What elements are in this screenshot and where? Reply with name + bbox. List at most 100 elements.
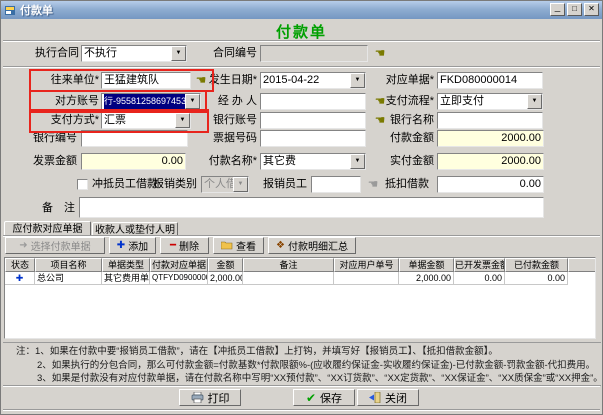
pay-flow-label: 支付流程* (366, 93, 434, 110)
handler-field[interactable] (260, 93, 366, 110)
table-cell[interactable]: 0.00 (505, 272, 568, 285)
chevron-down-icon: ▼ (233, 177, 248, 192)
pay-name-label: 付款名称* (189, 153, 257, 170)
pay-flow-select[interactable]: 立即支付▼ (437, 93, 543, 110)
handler-label: 经 办 人 (189, 93, 257, 110)
page-title: 付款单 (1, 21, 602, 42)
offset-loan-checkbox[interactable] (77, 179, 88, 190)
column-header[interactable]: 付款对应单据 (150, 258, 208, 272)
note-line: 注：1、如果在付款中要“报销员工借款”，请在【冲抵员工借款】上打钩，并填写好【报… (16, 345, 601, 359)
tab-payable-docs[interactable]: 应付款对应单据 (4, 221, 91, 236)
exec-contract-label: 执行合同 (11, 45, 79, 62)
table-cell[interactable]: QTFYD090000004 (150, 272, 208, 285)
add-button[interactable]: ✚ 添加 (109, 237, 156, 254)
other-account-label: 对方账号 (31, 93, 99, 110)
pay-method-select[interactable]: 汇票▼ (101, 112, 191, 129)
select-doc-button: ➜ 选择付款单据 (5, 237, 105, 254)
reimburse-type-select: 个人借款▼ (201, 176, 249, 193)
pay-name-select[interactable]: 其它费▼ (260, 153, 366, 170)
divider (3, 409, 600, 411)
table-row-status-icon[interactable]: ✚ (5, 272, 35, 285)
printer-icon (191, 392, 204, 403)
notes-panel: 注：1、如果在付款中要“报销员工借款”，请在【冲抵员工借款】上打钩，并填写好【报… (3, 342, 601, 386)
print-button[interactable]: 打印 (179, 389, 241, 406)
column-header-filler (568, 258, 596, 272)
column-header[interactable]: 项目名称 (35, 258, 102, 272)
table-cell[interactable]: 2,000.00 (399, 272, 454, 285)
reimburse-emp-label: 报销员工 (263, 176, 307, 193)
invoice-amount-field[interactable]: 0.00 (81, 153, 186, 170)
remark-label: 备 注 (31, 200, 75, 217)
pay-amount-field[interactable]: 2000.00 (437, 130, 544, 147)
note-line: 2、如果执行的分包合同，那么可付款金额=付款基数*付款限额%-(应收履约保证金-… (16, 359, 601, 373)
picker-hand-icon-disabled: ☚ (365, 176, 381, 193)
other-account-select[interactable]: 行-95581258697453296665▼ (101, 93, 201, 110)
minimize-icon[interactable]: ─ (550, 3, 565, 16)
table-cell[interactable]: 2,000.00 (208, 272, 243, 285)
column-header[interactable]: 已付款金额 (505, 258, 568, 272)
reimburse-emp-field[interactable] (311, 176, 361, 193)
table-cell[interactable] (334, 272, 399, 285)
table-cell[interactable] (243, 272, 334, 285)
chevron-down-icon[interactable]: ▼ (350, 154, 365, 169)
counterparty-label: 往来单位* (31, 72, 99, 89)
column-header[interactable]: 已开发票金额 (454, 258, 505, 272)
bill-no-label: 票据号码 (189, 130, 257, 147)
delete-button[interactable]: ━ 删除 (160, 237, 209, 254)
bill-no-field[interactable] (260, 130, 366, 147)
bank-no-label: 银行编号 (9, 130, 77, 147)
column-header[interactable]: 单据类型 (102, 258, 150, 272)
summary-button[interactable]: ❖ 付款明细汇总 (268, 237, 356, 254)
exec-contract-select[interactable]: 不执行▼ (81, 45, 187, 62)
deduct-loan-label: 抵扣借款 (385, 176, 429, 193)
close-icon[interactable]: ✕ (584, 3, 599, 16)
ref-doc-field[interactable]: FKD080000014 (437, 72, 543, 89)
contract-no-label: 合同编号 (189, 45, 257, 62)
arrow-right-icon: ➜ (19, 240, 27, 251)
column-header[interactable]: 金额 (208, 258, 243, 272)
plus-icon: ✚ (117, 240, 125, 251)
column-header[interactable]: 备注 (243, 258, 334, 272)
bank-name-field[interactable] (437, 112, 543, 129)
view-button[interactable]: 查看 (213, 237, 264, 254)
column-header[interactable]: 状态 (5, 258, 35, 272)
title-bar: 付款单 ─ □ ✕ (1, 1, 602, 19)
divider (3, 40, 600, 42)
save-button[interactable]: ✔ 保存 (293, 389, 355, 406)
actual-amount-label: 实付金额 (366, 153, 434, 170)
column-header[interactable]: 单据金额 (399, 258, 454, 272)
column-header[interactable]: 对应用户单号 (334, 258, 399, 272)
actual-amount-field[interactable]: 2000.00 (437, 153, 544, 170)
maximize-icon[interactable]: □ (567, 3, 582, 16)
pay-amount-label: 付款金额 (366, 130, 434, 147)
chevron-down-icon[interactable]: ▼ (171, 46, 186, 61)
exit-door-icon (369, 392, 381, 403)
summary-icon: ❖ (276, 240, 285, 251)
occur-date-select[interactable]: 2015-04-22▼ (260, 72, 366, 89)
remark-textarea[interactable] (79, 197, 544, 218)
deduct-loan-field[interactable]: 0.00 (437, 176, 544, 193)
app-icon (4, 4, 16, 16)
occur-date-label: 发生日期* (189, 72, 257, 89)
minus-icon: ━ (170, 240, 176, 251)
folder-icon (221, 241, 233, 250)
bank-account-field[interactable] (260, 112, 366, 129)
bank-name-label: 银行名称 (366, 112, 434, 129)
chevron-down-icon[interactable]: ▼ (175, 113, 190, 128)
bank-account-label: 银行账号 (189, 112, 257, 129)
table-cell[interactable]: 其它费用单 (102, 272, 150, 285)
close-button[interactable]: 关闭 (357, 389, 419, 406)
chevron-down-icon[interactable]: ▼ (350, 73, 365, 88)
window-title: 付款单 (20, 2, 53, 18)
note-line: 3、如果是付款没有对应付款单据，请在付款名称中写明“XX预付款”、“XX订货款”… (16, 372, 601, 386)
counterparty-field[interactable]: 王猛建筑队 (101, 72, 191, 89)
payment-order-window: 付款单 ─ □ ✕ 付款单 执行合同 不执行▼ 合同编号 ☚ 往来单位* 王猛建… (0, 0, 603, 415)
table-cell[interactable]: 0.00 (454, 272, 505, 285)
table-cell[interactable]: 总公司 (35, 272, 102, 285)
reimburse-type-label: 报销类别 (153, 176, 197, 193)
tab-payee-details[interactable]: 收款人或垫付人明细 (92, 222, 178, 236)
bank-no-field[interactable] (81, 130, 188, 147)
chevron-down-icon[interactable]: ▼ (527, 94, 542, 109)
picker-hand-icon[interactable]: ☚ (372, 45, 388, 62)
check-icon: ✔ (306, 391, 316, 405)
